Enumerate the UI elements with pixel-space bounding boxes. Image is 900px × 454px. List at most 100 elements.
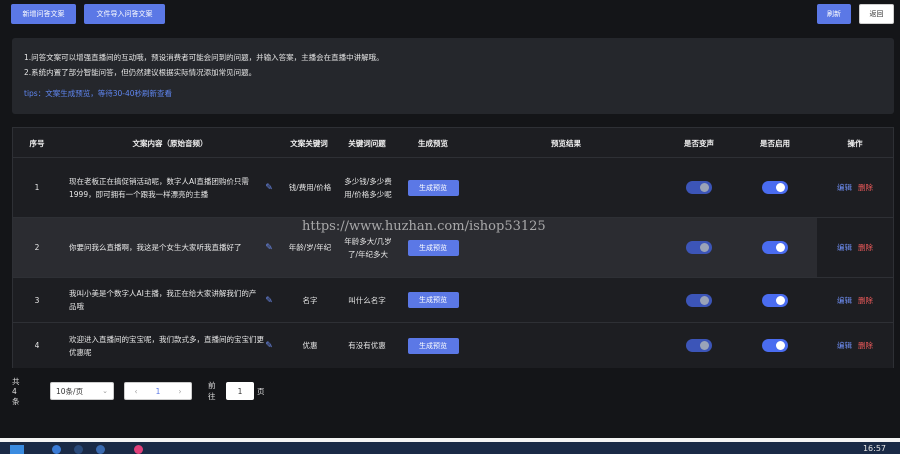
pencil-icon[interactable]: ✎ <box>264 183 274 193</box>
row-question-text: 叫什么名字 <box>348 295 386 305</box>
row-question-text: 多少钱/多少费用/价格多少呢 <box>344 176 392 199</box>
os-taskbar: 16:57 <box>0 442 900 454</box>
page-number[interactable]: 1 <box>147 387 169 396</box>
row-content: 欢迎进入直播间的宝宝呢，我们款式多，直播间的宝宝们更优惠呢 <box>69 323 265 368</box>
row-content-text: 现在老板正在搞促销活动呢，数字人AI直播团购价只需1999，即可拥有一个跟我一样… <box>69 176 249 199</box>
toggle-knob <box>700 295 709 305</box>
table-row: 2 你要问我么直播啊，我这是个女生大家听我直播好了 ✎ 年龄/岁/年纪 年龄多大… <box>13 218 893 278</box>
row-content: 你要问我么直播啊，我这是个女生大家听我直播好了 <box>69 218 259 277</box>
app-icon[interactable] <box>74 445 83 454</box>
row-index: 4 <box>34 341 40 350</box>
generate-preview-button[interactable]: 生成预览 <box>407 292 459 308</box>
enabled-toggle[interactable] <box>762 293 788 307</box>
pencil-icon[interactable]: ✎ <box>264 296 274 306</box>
row-keyword: 年龄/岁/年纪 <box>283 218 337 277</box>
edit-link[interactable]: 编辑 <box>837 340 852 351</box>
page-navigator: ‹ 1 › <box>124 382 192 400</box>
preview-cell: 生成预览 <box>395 158 471 217</box>
row-question-text: 有没有优惠 <box>348 341 386 350</box>
generate-preview-button[interactable]: 生成预览 <box>407 239 459 256</box>
app-icon[interactable] <box>96 445 105 454</box>
pencil-icon[interactable]: ✎ <box>264 243 274 253</box>
generate-preview-button[interactable]: 生成预览 <box>407 337 459 354</box>
top-toolbar: 新增问答文案 文件导入问答文案 刷新 返回 <box>0 0 900 28</box>
toggle-knob <box>700 183 709 192</box>
edit-link[interactable]: 编辑 <box>837 182 852 193</box>
enabled-toggle[interactable] <box>762 339 788 352</box>
app-icon[interactable] <box>134 445 143 454</box>
info-line-1: 1.问答文案可以增强直播间的互动哦，预设消费者可能会问到的问题，并输入答案，主播… <box>24 53 384 62</box>
row-index: 2 <box>34 243 40 252</box>
goto-page-input[interactable]: 1 <box>226 382 254 400</box>
edit-link[interactable]: 编辑 <box>837 295 852 306</box>
header-enabled: 是否启用 <box>760 138 790 148</box>
row-question-text: 年龄多大/几岁了/年纪多大 <box>344 236 392 259</box>
voice-change-toggle[interactable] <box>686 293 712 307</box>
enabled-cell <box>737 158 813 217</box>
qa-table: 序号 文案内容（原始音频） 文案关键词 关键词问题 生成预览 预览结果 是否变声… <box>12 127 894 368</box>
row-keyword-text: 名字 <box>302 295 318 305</box>
toggle-knob <box>776 183 785 192</box>
clock: 16:57 <box>862 444 886 453</box>
actions-cell: 编辑 删除 <box>817 323 893 368</box>
next-page-button[interactable]: › <box>169 387 191 396</box>
page-size-select[interactable]: 10条/页 ⌄ <box>50 382 114 400</box>
start-icon[interactable] <box>10 445 24 454</box>
info-line-2: 2.系统内置了部分智能问答，但仍然建议根据实际情况添加常见问题。 <box>24 68 257 77</box>
row-index: 3 <box>34 295 40 305</box>
row-content-text: 欢迎进入直播间的宝宝呢，我们款式多，直播间的宝宝们更优惠呢 <box>69 334 264 357</box>
info-tips: tips：文案生成预览，等待30-40秒刷新查看 <box>24 89 172 98</box>
enabled-toggle[interactable] <box>762 181 788 194</box>
voice-change-cell <box>661 218 737 277</box>
chevron-down-icon: ⌄ <box>102 387 108 395</box>
voice-change-toggle[interactable] <box>686 339 712 352</box>
page-size-value: 10条/页 <box>56 386 84 396</box>
header-actions: 操作 <box>847 138 863 148</box>
pencil-icon[interactable]: ✎ <box>264 341 274 351</box>
header-index: 序号 <box>29 138 45 148</box>
edit-link[interactable]: 编辑 <box>837 242 852 253</box>
enabled-cell <box>737 218 813 277</box>
toggle-knob <box>776 295 785 305</box>
generate-preview-button[interactable]: 生成预览 <box>407 179 459 196</box>
table-row: 4 欢迎进入直播间的宝宝呢，我们款式多，直播间的宝宝们更优惠呢 ✎ 优惠 有没有… <box>13 323 893 368</box>
refresh-button[interactable]: 刷新 <box>817 4 851 24</box>
delete-link[interactable]: 删除 <box>858 295 873 306</box>
table-header: 序号 文案内容（原始音频） 文案关键词 关键词问题 生成预览 预览结果 是否变声… <box>13 128 893 158</box>
info-panel: 1.问答文案可以增强直播间的互动哦，预设消费者可能会问到的问题，并输入答案，主播… <box>12 38 894 114</box>
actions-cell: 编辑 删除 <box>817 158 893 217</box>
app-icon[interactable] <box>52 445 61 454</box>
add-qa-button[interactable]: 新增问答文案 <box>11 4 76 24</box>
delete-link[interactable]: 删除 <box>858 340 873 351</box>
prev-page-button[interactable]: ‹ <box>125 387 147 396</box>
row-keyword: 优惠 <box>283 323 337 368</box>
toggle-knob <box>776 341 785 350</box>
header-keyword: 文案关键词 <box>290 138 328 148</box>
preview-cell: 生成预览 <box>395 278 471 322</box>
header-voice-change: 是否变声 <box>684 138 714 148</box>
delete-link[interactable]: 删除 <box>858 242 873 253</box>
enabled-cell <box>737 278 813 322</box>
import-qa-button[interactable]: 文件导入问答文案 <box>84 4 165 24</box>
header-content: 文案内容（原始音频） <box>132 138 208 148</box>
voice-change-cell <box>661 323 737 368</box>
row-keyword: 名字 <box>283 278 337 322</box>
actions-cell: 编辑 删除 <box>817 278 893 322</box>
row-keyword-text: 优惠 <box>302 341 318 350</box>
enabled-cell <box>737 323 813 368</box>
row-content-text: 我叫小美是个数字人AI主播，我正在给大家讲解我们的产品哦 <box>69 289 257 311</box>
toggle-knob <box>700 243 709 252</box>
row-question: 有没有优惠 <box>339 323 395 368</box>
voice-change-toggle[interactable] <box>686 181 712 194</box>
row-keyword-text: 钱/费用/价格 <box>288 183 332 192</box>
row-index: 1 <box>34 183 40 192</box>
delete-link[interactable]: 删除 <box>858 182 873 193</box>
row-question: 年龄多大/几岁了/年纪多大 <box>341 218 395 277</box>
header-preview-result: 预览结果 <box>551 138 581 148</box>
page-unit-label: 页 <box>257 386 265 396</box>
voice-change-toggle[interactable] <box>686 241 712 254</box>
enabled-toggle[interactable] <box>762 241 788 254</box>
back-button[interactable]: 返回 <box>859 4 894 24</box>
total-count: 共 4 条 <box>12 376 20 406</box>
row-content: 我叫小美是个数字人AI主播，我正在给大家讲解我们的产品哦 <box>69 278 263 322</box>
